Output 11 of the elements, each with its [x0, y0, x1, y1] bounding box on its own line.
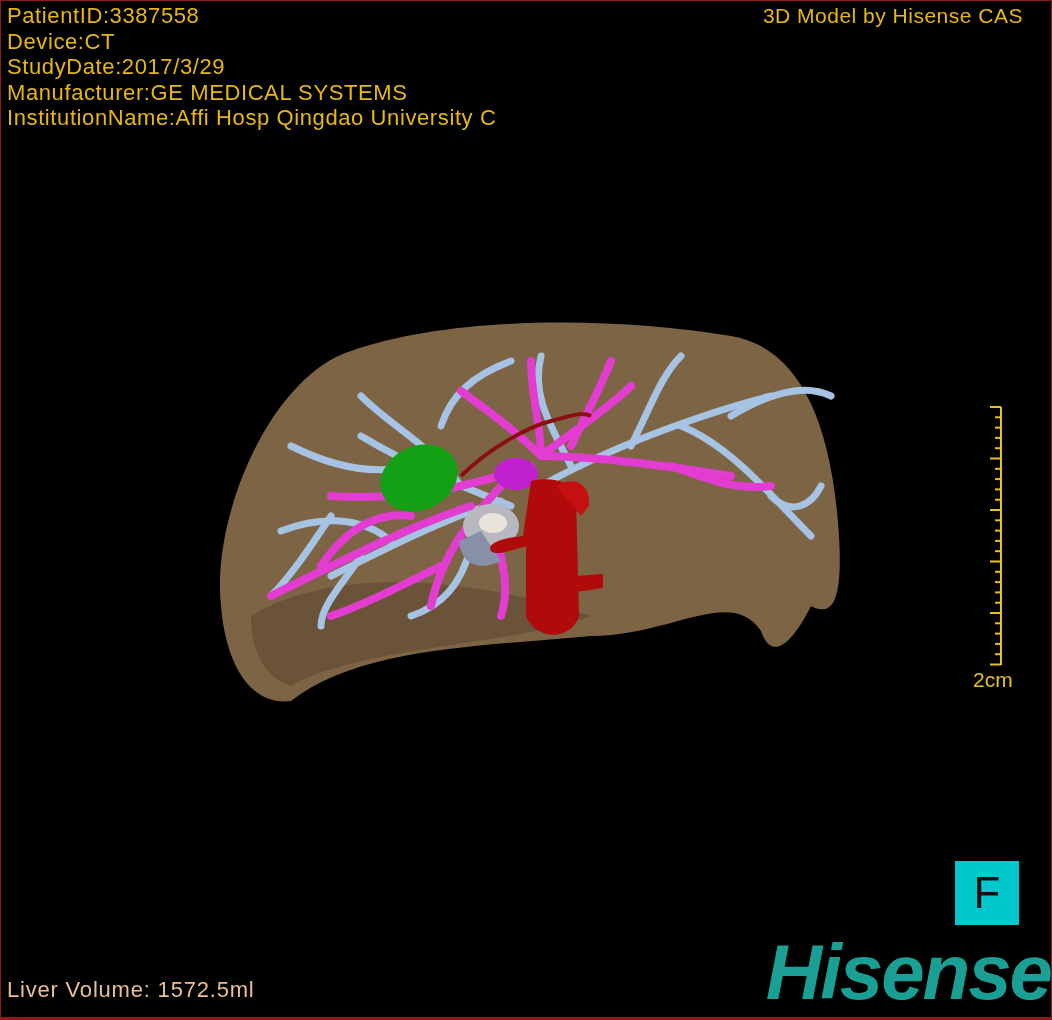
brand-logo: Hisense — [765, 933, 1051, 1011]
liver-volume-text: Liver Volume: 1572.5ml — [7, 977, 255, 1003]
model-credit-text: 3D Model by Hisense CAS — [762, 4, 1023, 28]
dicom-info-text: Manufacturer:GE MEDICAL SYSTEMS — [7, 79, 409, 105]
scale-label: 2cm — [973, 668, 1013, 692]
dicom-info-text: StudyDate:2017/3/29 — [7, 54, 227, 80]
dicom-info-text: InstitutionName:Affi Hosp Qingdao University C — [7, 105, 497, 131]
scale-ruler-icon — [988, 406, 1005, 666]
orientation-marker: F — [955, 861, 1019, 925]
dicom-info-text: PatientID:3387558 — [7, 3, 201, 29]
dicom-info-text: Device:CT — [7, 28, 117, 54]
